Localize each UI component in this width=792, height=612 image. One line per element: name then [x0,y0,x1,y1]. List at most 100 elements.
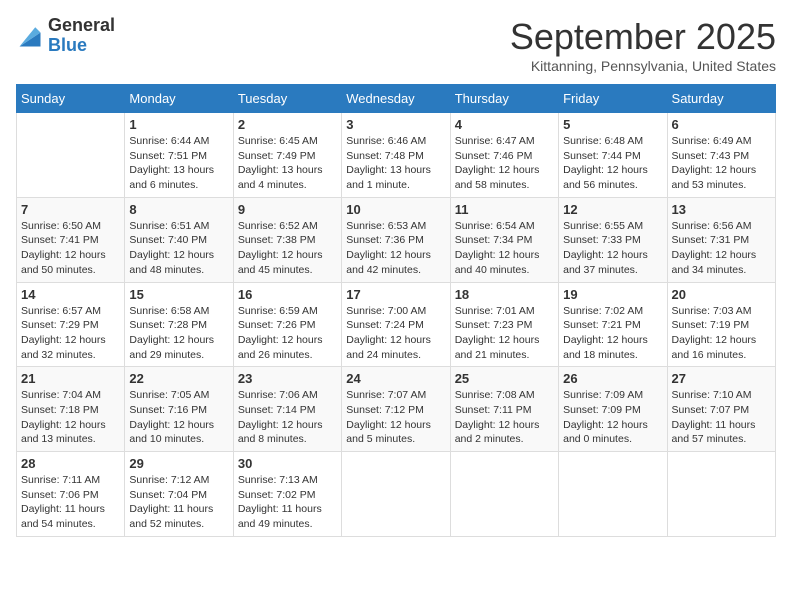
day-info: Sunrise: 6:51 AM Sunset: 7:40 PM Dayligh… [129,219,228,278]
calendar-cell: 5 Sunrise: 6:48 AM Sunset: 7:44 PM Daylig… [559,113,667,198]
day-info: Sunrise: 7:04 AM Sunset: 7:18 PM Dayligh… [21,388,120,447]
day-number: 19 [563,287,662,302]
calendar-cell: 27 Sunrise: 7:10 AM Sunset: 7:07 PM Dayli… [667,367,775,452]
day-number: 15 [129,287,228,302]
day-number: 8 [129,202,228,217]
calendar-cell: 25 Sunrise: 7:08 AM Sunset: 7:11 PM Dayli… [450,367,558,452]
day-number: 21 [21,371,120,386]
day-info: Sunrise: 6:45 AM Sunset: 7:49 PM Dayligh… [238,134,337,193]
day-info: Sunrise: 7:07 AM Sunset: 7:12 PM Dayligh… [346,388,445,447]
day-info: Sunrise: 6:55 AM Sunset: 7:33 PM Dayligh… [563,219,662,278]
day-info: Sunrise: 7:12 AM Sunset: 7:04 PM Dayligh… [129,473,228,532]
col-header-sunday: Sunday [17,85,125,113]
calendar-cell: 17 Sunrise: 7:00 AM Sunset: 7:24 PM Dayli… [342,282,450,367]
calendar-cell: 7 Sunrise: 6:50 AM Sunset: 7:41 PM Daylig… [17,197,125,282]
page-header: General Blue September 2025 Kittanning, … [16,16,776,74]
calendar-cell: 20 Sunrise: 7:03 AM Sunset: 7:19 PM Dayli… [667,282,775,367]
calendar-cell: 24 Sunrise: 7:07 AM Sunset: 7:12 PM Dayli… [342,367,450,452]
calendar-cell: 18 Sunrise: 7:01 AM Sunset: 7:23 PM Dayli… [450,282,558,367]
calendar-cell: 9 Sunrise: 6:52 AM Sunset: 7:38 PM Daylig… [233,197,341,282]
day-number: 1 [129,117,228,132]
calendar-cell: 22 Sunrise: 7:05 AM Sunset: 7:16 PM Dayli… [125,367,233,452]
day-info: Sunrise: 7:03 AM Sunset: 7:19 PM Dayligh… [672,304,771,363]
calendar-cell [342,452,450,537]
day-number: 14 [21,287,120,302]
col-header-thursday: Thursday [450,85,558,113]
col-header-saturday: Saturday [667,85,775,113]
day-info: Sunrise: 6:44 AM Sunset: 7:51 PM Dayligh… [129,134,228,193]
logo-icon [16,22,44,50]
day-info: Sunrise: 7:08 AM Sunset: 7:11 PM Dayligh… [455,388,554,447]
day-number: 27 [672,371,771,386]
day-info: Sunrise: 7:06 AM Sunset: 7:14 PM Dayligh… [238,388,337,447]
day-number: 7 [21,202,120,217]
calendar-cell: 14 Sunrise: 6:57 AM Sunset: 7:29 PM Dayli… [17,282,125,367]
day-number: 4 [455,117,554,132]
logo: General Blue [16,16,115,56]
location-subtitle: Kittanning, Pennsylvania, United States [510,58,776,74]
day-info: Sunrise: 6:54 AM Sunset: 7:34 PM Dayligh… [455,219,554,278]
day-number: 26 [563,371,662,386]
calendar-cell: 29 Sunrise: 7:12 AM Sunset: 7:04 PM Dayli… [125,452,233,537]
calendar-cell: 11 Sunrise: 6:54 AM Sunset: 7:34 PM Dayli… [450,197,558,282]
day-number: 5 [563,117,662,132]
day-info: Sunrise: 6:58 AM Sunset: 7:28 PM Dayligh… [129,304,228,363]
calendar-cell: 4Sunrise: 6:47 AM Sunset: 7:46 PM Daylig… [450,113,558,198]
calendar-cell: 28Sunrise: 7:11 AM Sunset: 7:06 PM Dayli… [17,452,125,537]
week-row-3: 14 Sunrise: 6:57 AM Sunset: 7:29 PM Dayli… [17,282,776,367]
day-number: 24 [346,371,445,386]
day-number: 22 [129,371,228,386]
calendar-cell: 15 Sunrise: 6:58 AM Sunset: 7:28 PM Dayli… [125,282,233,367]
day-number: 29 [129,456,228,471]
logo-text: General Blue [48,16,115,56]
day-number: 30 [238,456,337,471]
calendar-cell: 8 Sunrise: 6:51 AM Sunset: 7:40 PM Daylig… [125,197,233,282]
col-header-monday: Monday [125,85,233,113]
col-header-friday: Friday [559,85,667,113]
col-header-wednesday: Wednesday [342,85,450,113]
week-row-5: 28Sunrise: 7:11 AM Sunset: 7:06 PM Dayli… [17,452,776,537]
title-area: September 2025 Kittanning, Pennsylvania,… [510,16,776,74]
calendar-cell: 13Sunrise: 6:56 AM Sunset: 7:31 PM Dayli… [667,197,775,282]
calendar-cell [17,113,125,198]
calendar-cell: 1 Sunrise: 6:44 AM Sunset: 7:51 PM Daylig… [125,113,233,198]
day-number: 11 [455,202,554,217]
day-info: Sunrise: 6:57 AM Sunset: 7:29 PM Dayligh… [21,304,120,363]
day-info: Sunrise: 6:50 AM Sunset: 7:41 PM Dayligh… [21,219,120,278]
day-number: 17 [346,287,445,302]
day-number: 3 [346,117,445,132]
week-row-4: 21 Sunrise: 7:04 AM Sunset: 7:18 PM Dayli… [17,367,776,452]
day-info: Sunrise: 7:01 AM Sunset: 7:23 PM Dayligh… [455,304,554,363]
day-number: 12 [563,202,662,217]
calendar-cell [559,452,667,537]
day-info: Sunrise: 7:02 AM Sunset: 7:21 PM Dayligh… [563,304,662,363]
day-number: 9 [238,202,337,217]
calendar-cell: 3 Sunrise: 6:46 AM Sunset: 7:48 PM Daylig… [342,113,450,198]
day-number: 20 [672,287,771,302]
day-info: Sunrise: 6:46 AM Sunset: 7:48 PM Dayligh… [346,134,445,193]
day-info: Sunrise: 7:05 AM Sunset: 7:16 PM Dayligh… [129,388,228,447]
day-number: 16 [238,287,337,302]
calendar-cell: 2Sunrise: 6:45 AM Sunset: 7:49 PM Daylig… [233,113,341,198]
day-number: 18 [455,287,554,302]
day-info: Sunrise: 6:49 AM Sunset: 7:43 PM Dayligh… [672,134,771,193]
calendar-cell: 23Sunrise: 7:06 AM Sunset: 7:14 PM Dayli… [233,367,341,452]
day-info: Sunrise: 7:10 AM Sunset: 7:07 PM Dayligh… [672,388,771,447]
logo-general: General [48,16,115,36]
day-info: Sunrise: 6:48 AM Sunset: 7:44 PM Dayligh… [563,134,662,193]
day-number: 25 [455,371,554,386]
calendar-cell: 6Sunrise: 6:49 AM Sunset: 7:43 PM Daylig… [667,113,775,198]
calendar-cell: 12 Sunrise: 6:55 AM Sunset: 7:33 PM Dayli… [559,197,667,282]
calendar-cell [450,452,558,537]
week-row-1: 1 Sunrise: 6:44 AM Sunset: 7:51 PM Daylig… [17,113,776,198]
calendar-cell: 30 Sunrise: 7:13 AM Sunset: 7:02 PM Dayli… [233,452,341,537]
col-header-tuesday: Tuesday [233,85,341,113]
day-info: Sunrise: 6:52 AM Sunset: 7:38 PM Dayligh… [238,219,337,278]
day-info: Sunrise: 7:13 AM Sunset: 7:02 PM Dayligh… [238,473,337,532]
day-info: Sunrise: 7:09 AM Sunset: 7:09 PM Dayligh… [563,388,662,447]
calendar-cell [667,452,775,537]
day-info: Sunrise: 7:11 AM Sunset: 7:06 PM Dayligh… [21,473,120,532]
logo-blue: Blue [48,36,115,56]
day-info: Sunrise: 7:00 AM Sunset: 7:24 PM Dayligh… [346,304,445,363]
calendar-cell: 21 Sunrise: 7:04 AM Sunset: 7:18 PM Dayli… [17,367,125,452]
